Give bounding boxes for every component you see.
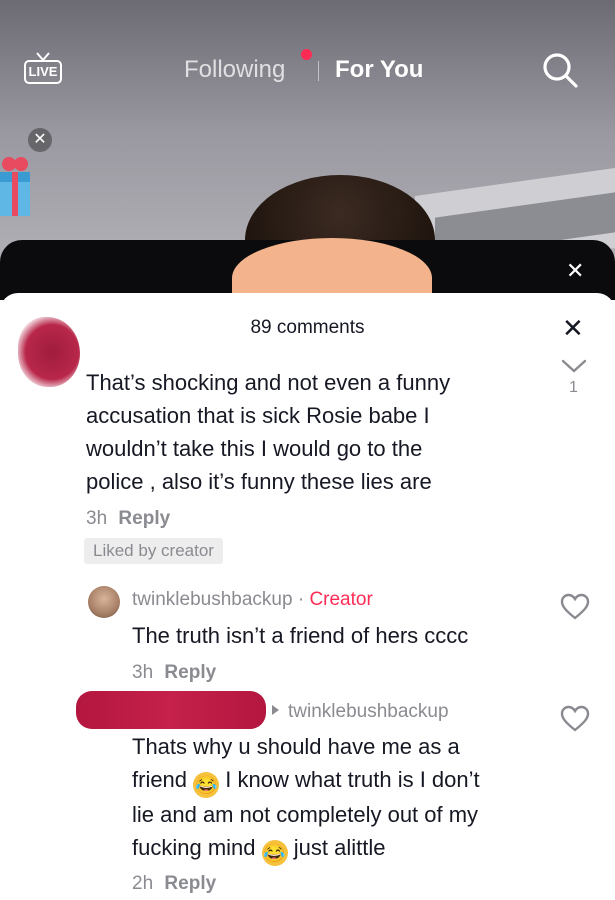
reply-button[interactable]: Reply xyxy=(118,508,170,529)
tab-for-you[interactable]: For You xyxy=(335,56,423,84)
comment-meta: 3h Reply xyxy=(86,508,170,530)
comment-line: fucking mind 😂 just alittle xyxy=(132,831,480,866)
close-icon[interactable]: ✕ xyxy=(28,128,52,152)
creator-tag: Creator xyxy=(309,589,373,610)
comments-panel: 89 comments ✕ 1 That’s shocking and not … xyxy=(0,293,615,900)
reply-button[interactable]: Reply xyxy=(164,873,216,894)
reply-author: twinklebushbackup · Creator xyxy=(132,589,373,611)
reply-arrow-icon xyxy=(272,705,279,715)
tab-divider xyxy=(318,61,319,81)
comment-fragment: fucking mind xyxy=(132,835,256,860)
comment-time: 2h xyxy=(132,873,154,894)
reply-text: Thats why u should have me as a friend 😂… xyxy=(132,730,480,866)
live-button[interactable]: LIVE xyxy=(24,52,64,86)
comment-line: friend 😂 I know what truth is I don’t xyxy=(132,763,480,798)
gift-icon[interactable] xyxy=(0,150,32,220)
laughing-emoji-icon: 😂 xyxy=(261,840,288,866)
laughing-emoji-icon: 😂 xyxy=(193,772,220,798)
comment-time: 3h xyxy=(132,662,154,683)
tab-following[interactable]: Following xyxy=(184,56,285,84)
top-nav: LIVE Following For You xyxy=(0,0,615,140)
comment-line: wouldn’t take this I would go to the xyxy=(86,436,423,461)
redacted-avatar xyxy=(18,317,80,387)
separator: · xyxy=(292,589,310,610)
comment-line: Thats why u should have me as a xyxy=(132,734,460,759)
search-icon[interactable] xyxy=(540,50,580,90)
comment-line: police , also it’s funny these lies are xyxy=(86,469,432,494)
comment-time: 3h xyxy=(86,508,108,529)
username[interactable]: twinklebushbackup xyxy=(132,589,293,610)
comment-meta: 3h Reply xyxy=(132,662,216,684)
nav-count: 1 xyxy=(569,379,578,396)
heart-outline-icon[interactable] xyxy=(560,593,590,621)
comments-count-title: 89 comments xyxy=(250,317,365,338)
reply-text: The truth isn’t a friend of hers cccc xyxy=(132,623,469,648)
comment-line: accusation that is sick Rosie babe I xyxy=(86,403,430,428)
live-label: LIVE xyxy=(28,64,58,79)
liked-by-creator-badge: Liked by creator xyxy=(84,538,223,564)
chevron-down-icon[interactable] xyxy=(560,357,588,377)
comment-fragment: I know what truth is I don’t xyxy=(225,767,480,792)
comment-text: That’s shocking and not even a funny acc… xyxy=(86,366,450,498)
comment-line: lie and am not completely out of my xyxy=(132,802,479,827)
comment-meta: 2h Reply xyxy=(132,873,216,895)
reply-button[interactable]: Reply xyxy=(164,662,216,683)
heart-outline-icon[interactable] xyxy=(560,705,590,733)
live-icon: LIVE xyxy=(24,60,62,84)
reply-to-username[interactable]: twinklebushbackup xyxy=(288,701,449,723)
avatar[interactable] xyxy=(88,586,120,618)
comment-fragment: just alittle xyxy=(293,835,386,860)
comment-line: That’s shocking and not even a funny xyxy=(86,370,451,395)
comment-fragment: friend xyxy=(132,767,188,792)
notification-dot xyxy=(301,49,312,60)
close-overlay-icon[interactable]: ✕ xyxy=(566,258,584,284)
redacted-username xyxy=(76,691,266,729)
close-comments-icon[interactable]: ✕ xyxy=(562,313,584,344)
